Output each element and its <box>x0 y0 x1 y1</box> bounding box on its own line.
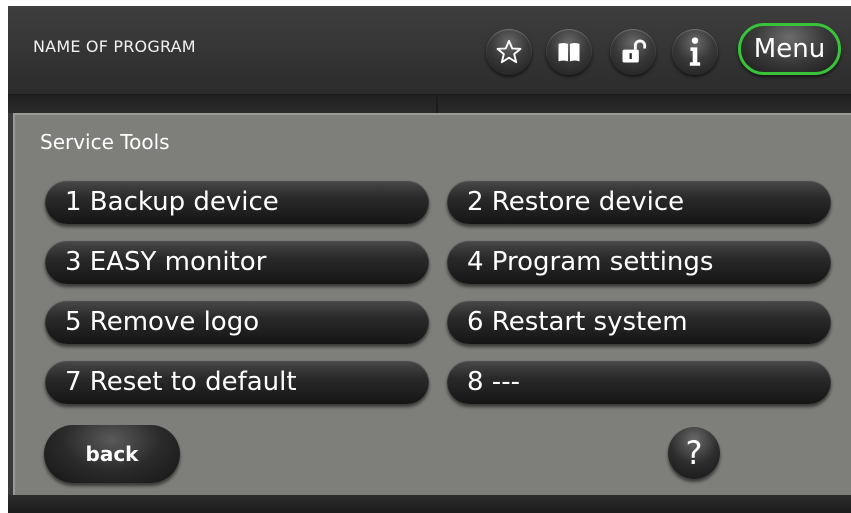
tool-button-reset-to-default[interactable]: 7 Reset to default <box>45 360 429 404</box>
unlock-icon <box>619 38 647 66</box>
info-icon <box>681 36 709 68</box>
favorite-button[interactable] <box>486 29 532 75</box>
panel-title: Service Tools <box>40 130 170 154</box>
tool-button-restore-device[interactable]: 2 Restore device <box>447 180 831 224</box>
app-title: NAME OF PROGRAM <box>33 37 196 56</box>
divider-seam <box>436 95 438 113</box>
star-icon <box>495 38 523 66</box>
tool-button-empty-slot[interactable]: 8 --- <box>447 360 831 404</box>
tool-button-backup-device[interactable]: 1 Backup device <box>45 180 429 224</box>
back-button[interactable]: back <box>44 425 180 483</box>
header-bar: NAME OF PROGRAM Menu <box>8 6 851 94</box>
menu-button[interactable]: Menu <box>738 23 841 75</box>
tool-button-easy-monitor[interactable]: 3 EASY monitor <box>45 240 429 284</box>
manual-button[interactable] <box>546 29 592 75</box>
tool-button-remove-logo[interactable]: 5 Remove logo <box>45 300 429 344</box>
app-screen: NAME OF PROGRAM Menu Service Tools 1 Bac… <box>8 6 851 513</box>
info-button[interactable] <box>672 29 718 75</box>
lock-button[interactable] <box>610 29 656 75</box>
book-icon <box>555 38 583 66</box>
tool-button-restart-system[interactable]: 6 Restart system <box>447 300 831 344</box>
header-divider <box>8 94 851 113</box>
service-tools-panel: Service Tools 1 Backup device 2 Restore … <box>13 113 851 495</box>
tool-button-program-settings[interactable]: 4 Program settings <box>447 240 831 284</box>
help-button[interactable]: ? <box>668 427 720 479</box>
bottom-strip <box>8 495 851 513</box>
